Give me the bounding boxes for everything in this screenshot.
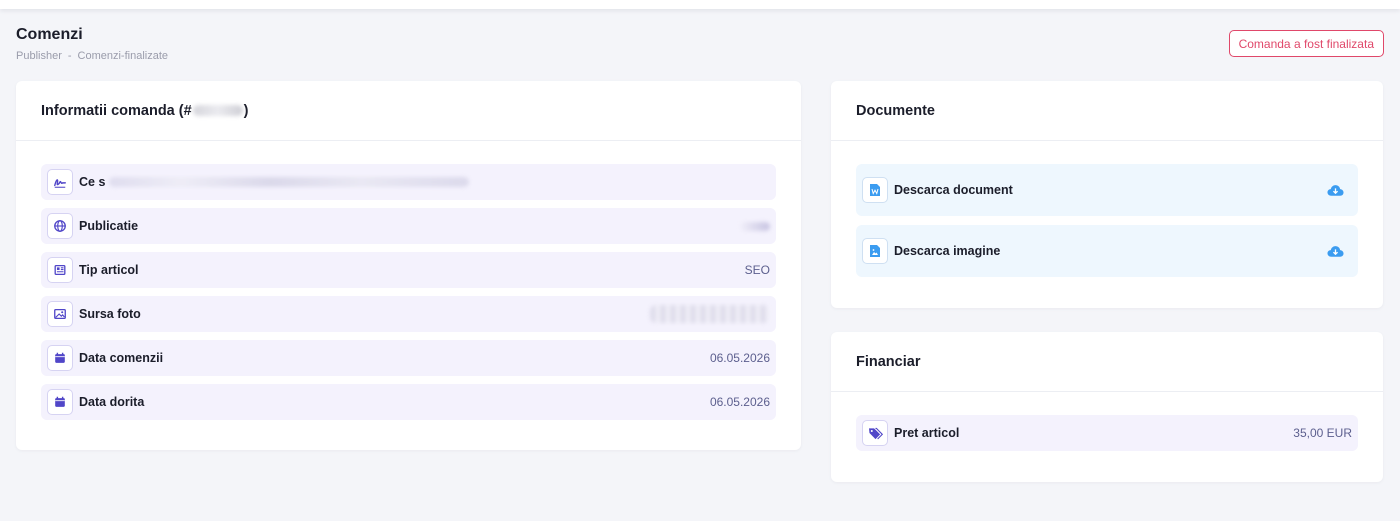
tags-icon [862,420,888,446]
word-file-icon [862,177,888,203]
order-info-title: Informatii comanda (# ) [16,81,801,141]
documents-card: Documente Descarca document Descarca ima… [831,81,1383,308]
order-finalized-button[interactable]: Comanda a fost finalizata [1228,30,1384,57]
redacted-order-id [192,105,243,116]
financial-card: Financiar Pret articol 35,00 EUR [831,332,1383,482]
order-row-desired-date: Data dorita 06.05.2026 [41,384,776,420]
breadcrumb-item-current: Comenzi-finalizate [77,50,169,62]
order-row-subject: Ce s [41,164,776,200]
financial-title: Financiar [831,332,1383,392]
page-header: Comenzi Publisher - Comenzi-finalizate C… [16,26,1384,66]
cloud-download-icon[interactable] [1327,184,1344,197]
redacted-publication[interactable] [739,221,770,231]
newspaper-icon [47,257,73,283]
order-row-photo-source: Sursa foto [41,296,776,332]
redacted-photo-source [650,305,770,323]
page-title: Comenzi [16,26,83,43]
top-bar [0,0,1400,9]
calendar-icon [47,345,73,371]
redacted-subject [109,177,470,187]
globe-icon [47,213,73,239]
order-row-article-type: Tip articol SEO [41,252,776,288]
financial-row-price: Pret articol 35,00 EUR [856,415,1358,451]
order-row-order-date: Data comenzii 06.05.2026 [41,340,776,376]
breadcrumb-separator: - [67,50,72,62]
documents-title: Documente [831,81,1383,141]
cloud-download-icon[interactable] [1327,245,1344,258]
signature-icon [47,169,73,195]
image-file-icon [862,238,888,264]
order-info-card: Informatii comanda (# ) Ce s Publicatie … [16,81,801,450]
calendar-icon [47,389,73,415]
breadcrumb-item-publisher[interactable]: Publisher [16,50,62,62]
breadcrumb: Publisher - Comenzi-finalizate [16,50,1384,62]
download-image-item[interactable]: Descarca imagine [856,225,1358,277]
image-icon [47,301,73,327]
download-document-item[interactable]: Descarca document [856,164,1358,216]
order-row-publication: Publicatie [41,208,776,244]
